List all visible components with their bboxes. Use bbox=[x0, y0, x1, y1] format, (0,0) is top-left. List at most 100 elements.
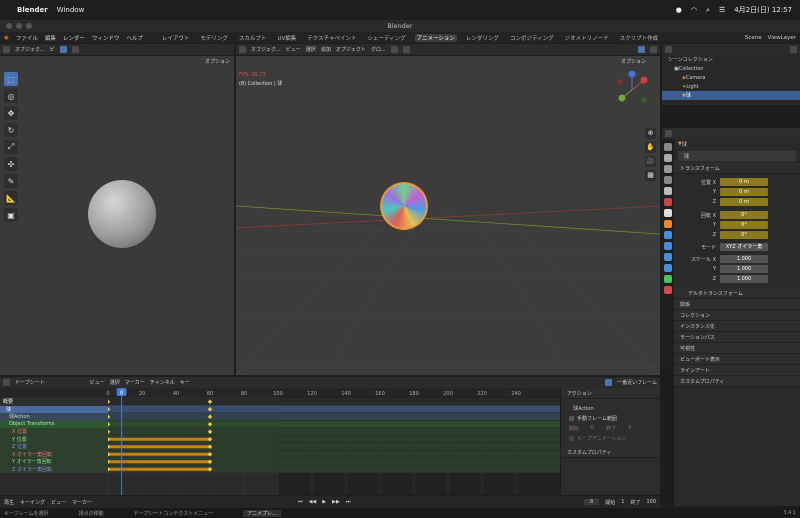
scale-z-field[interactable]: 1.000 bbox=[720, 275, 768, 283]
jump-start-icon[interactable]: ⏮ bbox=[298, 499, 303, 505]
physics-tab-icon[interactable] bbox=[664, 253, 672, 261]
gray-sphere[interactable] bbox=[88, 180, 156, 248]
location-x-field[interactable]: 0 m bbox=[720, 178, 768, 186]
delta-transform-section[interactable]: デルタトランスフォーム bbox=[674, 288, 800, 299]
output-tab-icon[interactable] bbox=[664, 165, 672, 173]
start-frame-field[interactable]: 1 bbox=[621, 499, 624, 505]
channel-z-loc[interactable]: Z 位置 bbox=[0, 443, 108, 451]
channel-object[interactable]: 球 bbox=[0, 405, 108, 413]
menu-file[interactable]: ファイル bbox=[16, 34, 38, 42]
interpolation-dropdown[interactable]: 一番近いフレーム bbox=[617, 379, 657, 386]
current-frame-field[interactable]: 8 bbox=[584, 499, 600, 505]
cursor-icon[interactable]: ◎ bbox=[4, 89, 18, 103]
main-menu-add[interactable]: 追加 bbox=[321, 46, 331, 53]
main-menu-select[interactable]: 選択 bbox=[306, 46, 316, 53]
modifier-tab-icon[interactable] bbox=[664, 231, 672, 239]
channel-x-rot[interactable]: X オイラー角回転 bbox=[0, 450, 108, 458]
tab-shading[interactable]: シェーディング bbox=[366, 34, 408, 42]
dopesheet-area[interactable]: 0 20 40 60 80 100 120 140 160 180 200 220 240 8 概要 球 … bbox=[0, 388, 560, 495]
channel-summary[interactable]: 概要 bbox=[0, 398, 108, 406]
timeline-view-menu[interactable]: ビュー bbox=[51, 499, 66, 506]
timeline-marker-menu[interactable]: マーカー bbox=[72, 499, 92, 506]
range-start-field[interactable]: 0 bbox=[591, 425, 594, 431]
menu-edit[interactable]: 編集 bbox=[45, 34, 56, 42]
proportional-icon[interactable] bbox=[402, 46, 410, 53]
scale-y-field[interactable]: 1.000 bbox=[720, 265, 768, 273]
ds-menu-key[interactable]: キー bbox=[180, 379, 190, 386]
viewport-display-section[interactable]: ビューポート表示 bbox=[674, 354, 800, 365]
main-menu-object[interactable]: オブジェクト bbox=[336, 46, 366, 53]
channel-x-loc[interactable]: X 位置 bbox=[0, 428, 108, 436]
tab-sculpt[interactable]: スカルプト bbox=[237, 34, 269, 42]
transform-orientation-icon[interactable] bbox=[71, 46, 79, 53]
main-options[interactable]: オプション bbox=[621, 58, 646, 65]
world-tab-icon[interactable] bbox=[664, 198, 672, 206]
tab-animation[interactable]: アニメーション bbox=[414, 33, 457, 42]
rotate-icon[interactable]: ↻ bbox=[4, 123, 18, 137]
main-mode-dropdown[interactable]: オブジェク... bbox=[251, 46, 281, 53]
playback-menu[interactable]: 再生 bbox=[4, 499, 14, 506]
constraints-tab-icon[interactable] bbox=[664, 264, 672, 272]
editor-type-icon[interactable] bbox=[239, 46, 246, 53]
tab-scripting[interactable]: スクリプト作成 bbox=[618, 34, 661, 42]
record-icon[interactable]: ● bbox=[676, 6, 682, 14]
pan-hand-icon[interactable]: ✋ bbox=[645, 142, 656, 153]
ds-menu-channel[interactable]: チャンネル bbox=[150, 379, 175, 386]
channel-group[interactable]: Object Transforms bbox=[0, 420, 108, 428]
tool-tab-icon[interactable] bbox=[664, 143, 672, 151]
only-selected-icon[interactable] bbox=[605, 379, 613, 386]
scale-icon[interactable]: ⤢ bbox=[4, 140, 18, 154]
transform-icon[interactable]: ✣ bbox=[4, 157, 18, 171]
rotation-x-field[interactable]: 0° bbox=[720, 211, 768, 219]
menu-help[interactable]: ヘルプ bbox=[126, 34, 143, 42]
scene-selector[interactable]: Scene bbox=[745, 35, 762, 41]
blender-logo-icon[interactable]: ◉ bbox=[4, 35, 9, 41]
outliner-root[interactable]: シーンコレクション bbox=[662, 55, 800, 64]
move-icon[interactable]: ✥ bbox=[4, 106, 18, 120]
editor-type-icon[interactable] bbox=[3, 379, 10, 386]
tab-uv[interactable]: UV編集 bbox=[275, 34, 298, 42]
snap-icon[interactable] bbox=[390, 46, 398, 53]
channel-y-loc[interactable]: Y 位置 bbox=[0, 435, 108, 443]
rotation-mode-dropdown[interactable]: XYZ オイラー角 bbox=[720, 243, 768, 251]
line-art-section[interactable]: ラインアート bbox=[674, 365, 800, 376]
left-mode-dropdown[interactable]: オブジェク... bbox=[15, 46, 45, 53]
ds-menu-marker[interactable]: マーカー bbox=[125, 379, 145, 386]
transform-section[interactable]: トランスフォーム bbox=[674, 163, 800, 174]
location-z-field[interactable]: 0 m bbox=[720, 198, 768, 206]
particles-tab-icon[interactable] bbox=[664, 242, 672, 250]
outliner-sphere[interactable]: ▼ 球 bbox=[662, 91, 800, 100]
zoom-window-icon[interactable] bbox=[26, 23, 32, 29]
main-transform-dropdown[interactable]: グロ... bbox=[371, 46, 386, 53]
action-name-field[interactable]: 球Action bbox=[561, 403, 660, 413]
control-center-icon[interactable]: ☰ bbox=[719, 6, 725, 14]
annotate-icon[interactable]: ✎ bbox=[4, 174, 18, 188]
scene-tab-icon[interactable] bbox=[664, 187, 672, 195]
grid-view-icon[interactable]: ▦ bbox=[645, 170, 656, 181]
view-layer-tab-icon[interactable] bbox=[664, 176, 672, 184]
editor-type-icon[interactable] bbox=[3, 46, 10, 53]
select-mode-icon[interactable] bbox=[59, 46, 67, 53]
menu-render[interactable]: レンダー bbox=[63, 34, 85, 42]
rotation-y-field[interactable]: 0° bbox=[720, 221, 768, 229]
main-viewport[interactable]: FPS: 29.73 (8) Collection | 球 オプション bbox=[236, 56, 660, 375]
editor-type-icon[interactable] bbox=[665, 130, 672, 137]
channel-y-rot[interactable]: Y オイラー角回転 bbox=[0, 458, 108, 466]
close-window-icon[interactable] bbox=[6, 23, 12, 29]
ds-menu-view[interactable]: ビュー bbox=[90, 379, 105, 386]
range-end-field[interactable]: 0 bbox=[628, 425, 631, 431]
relations-section[interactable]: 関係 bbox=[674, 299, 800, 310]
filter-icon[interactable] bbox=[790, 46, 797, 53]
location-y-field[interactable]: 0 m bbox=[720, 188, 768, 196]
next-key-icon[interactable]: ▶▶ bbox=[332, 499, 340, 505]
instancing-section[interactable]: インスタンス化 bbox=[674, 321, 800, 332]
custom-properties-section[interactable]: カスタムプロパティ bbox=[674, 376, 800, 387]
outliner-camera[interactable]: ◈ Camera bbox=[662, 73, 800, 82]
shading-solid-icon[interactable] bbox=[638, 46, 645, 53]
collections-section[interactable]: コレクション bbox=[674, 310, 800, 321]
end-frame-field[interactable]: 100 bbox=[646, 499, 656, 505]
tab-compositing[interactable]: コンポジティング bbox=[508, 34, 556, 42]
manual-range-checkbox[interactable]: 手動フレーム範囲 bbox=[561, 413, 660, 423]
search-icon[interactable]: ⌕ bbox=[706, 6, 710, 15]
rotation-z-field[interactable]: 0° bbox=[720, 231, 768, 239]
